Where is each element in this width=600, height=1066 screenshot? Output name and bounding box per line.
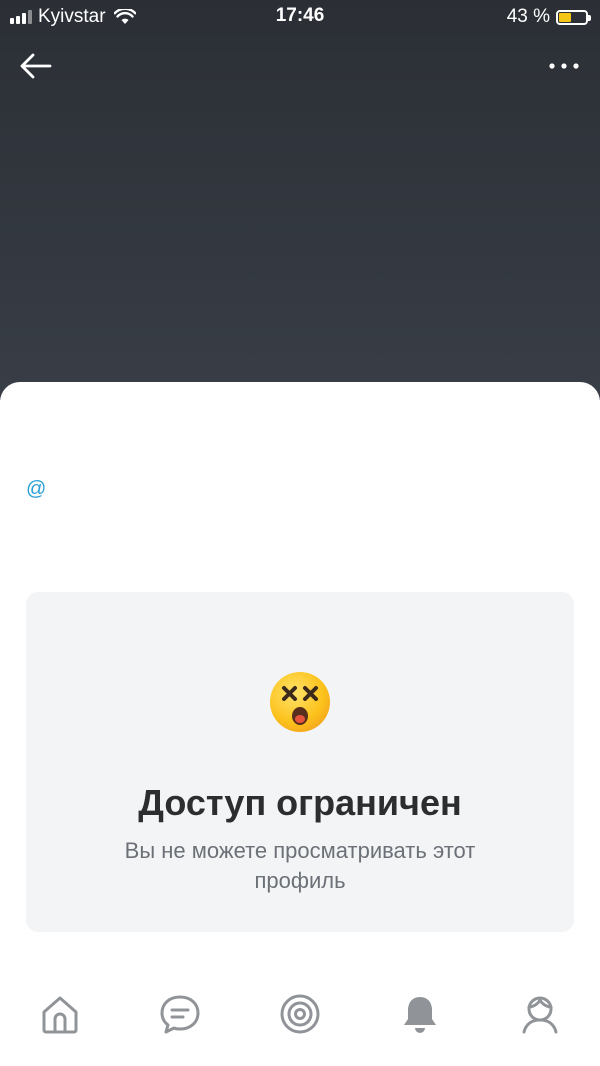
more-horizontal-icon <box>549 63 579 69</box>
home-icon <box>42 996 78 1034</box>
profile-cover: Kyivstar 17:46 43 % <box>0 0 600 400</box>
discover-icon <box>280 994 320 1034</box>
access-restricted-card: Доступ ограничен Вы не можете просматрив… <box>26 592 574 932</box>
arrow-left-icon <box>20 53 52 79</box>
back-button[interactable] <box>16 50 56 82</box>
battery-percentage: 43 % <box>506 6 550 27</box>
status-right: 43 % <box>506 6 591 28</box>
battery-icon <box>556 9 591 25</box>
tab-home[interactable] <box>38 992 82 1036</box>
tab-notifications[interactable] <box>398 992 442 1036</box>
profile-icon <box>522 996 558 1034</box>
tab-messages[interactable] <box>158 992 202 1036</box>
messages-icon <box>160 995 200 1034</box>
more-options-button[interactable] <box>546 56 582 76</box>
dizzy-face-icon <box>268 670 332 734</box>
profile-handle[interactable]: @ <box>26 478 46 501</box>
access-restricted-message: Вы не можете просматривать этот профиль <box>124 838 476 893</box>
battery-level <box>559 12 572 22</box>
access-restricted-title: Доступ ограничен <box>138 782 462 823</box>
profile-content: @ Доступ ограничен Вы не можете просматр <box>0 382 600 1066</box>
tab-profile[interactable] <box>518 992 562 1036</box>
tab-discover[interactable] <box>278 992 322 1036</box>
notifications-icon <box>404 997 436 1033</box>
bottom-tab-bar <box>0 966 600 1066</box>
status-bar: Kyivstar 17:46 43 % <box>0 0 600 34</box>
